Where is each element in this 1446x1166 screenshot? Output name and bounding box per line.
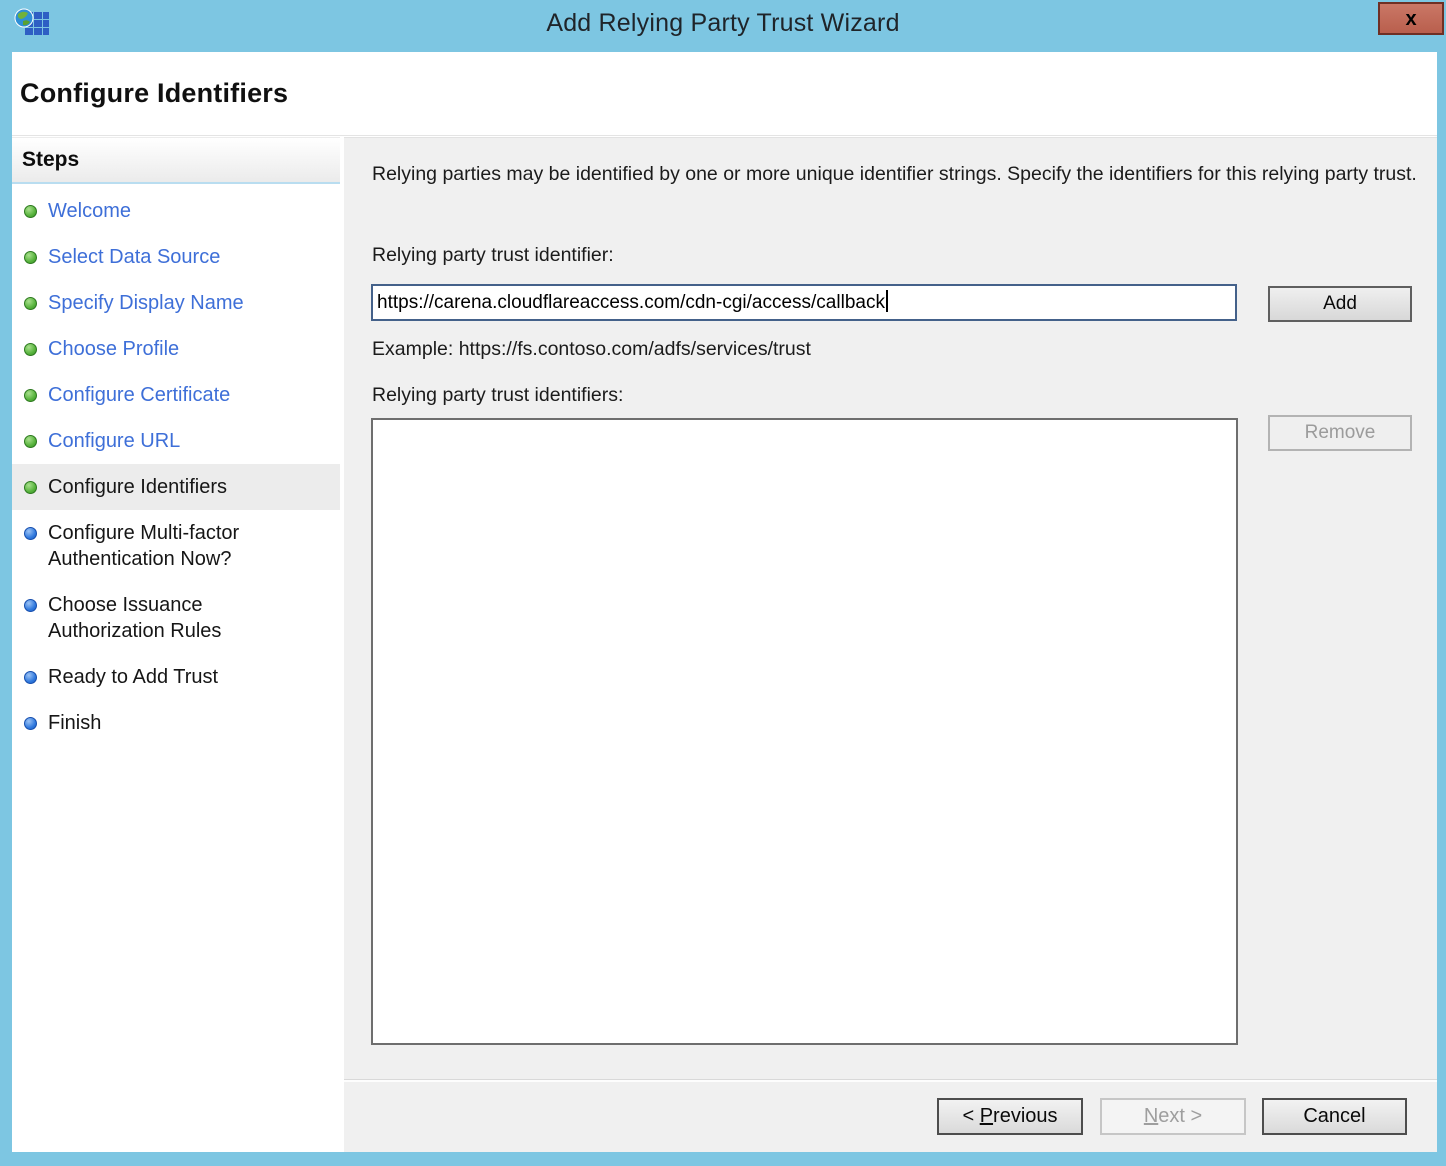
next-button[interactable]: Next > xyxy=(1100,1098,1246,1135)
step-item-finish: Finish xyxy=(12,700,340,746)
identifier-input-value: https://carena.cloudflareaccess.com/cdn-… xyxy=(377,292,885,313)
previous-button[interactable]: < Previous xyxy=(937,1098,1083,1135)
step-item-select-data-source[interactable]: Select Data Source xyxy=(12,234,340,280)
dialog-surface: Configure Identifiers Steps Welcome Sele… xyxy=(12,52,1437,1152)
identifiers-list-label: Relying party trust identifiers: xyxy=(372,384,623,407)
step-item-ready-to-add-trust: Ready to Add Trust xyxy=(12,654,340,700)
close-button[interactable]: x xyxy=(1378,2,1444,35)
wizard-window: Add Relying Party Trust Wizard x Configu… xyxy=(0,0,1446,1166)
page-description: Relying parties may be identified by one… xyxy=(372,160,1420,188)
steps-sidebar: Steps Welcome Select Data Source Specify… xyxy=(12,137,340,1152)
step-completed-icon xyxy=(24,205,37,218)
step-item-choose-profile[interactable]: Choose Profile xyxy=(12,326,340,372)
step-current-icon xyxy=(24,481,37,494)
step-item-configure-multifactor: Configure Multi-factor Authentication No… xyxy=(12,510,340,582)
step-completed-icon xyxy=(24,435,37,448)
steps-panel-title: Steps xyxy=(12,138,340,184)
step-item-configure-identifiers: Configure Identifiers xyxy=(12,464,340,510)
example-text: Example: https://fs.contoso.com/adfs/ser… xyxy=(372,338,811,361)
step-completed-icon xyxy=(24,343,37,356)
cancel-button[interactable]: Cancel xyxy=(1262,1098,1407,1135)
titlebar: Add Relying Party Trust Wizard x xyxy=(0,0,1446,52)
steps-list: Welcome Select Data Source Specify Displ… xyxy=(12,184,340,746)
step-completed-icon xyxy=(24,297,37,310)
step-upcoming-icon xyxy=(24,599,37,612)
step-item-welcome[interactable]: Welcome xyxy=(12,188,340,234)
step-completed-icon xyxy=(24,251,37,264)
step-item-specify-display-name[interactable]: Specify Display Name xyxy=(12,280,340,326)
page-title: Configure Identifiers xyxy=(20,78,288,109)
text-cursor xyxy=(886,290,888,312)
identifier-input[interactable]: https://carena.cloudflareaccess.com/cdn-… xyxy=(371,284,1237,321)
content-panel: Relying parties may be identified by one… xyxy=(344,137,1437,1152)
step-item-configure-url[interactable]: Configure URL xyxy=(12,418,340,464)
step-upcoming-icon xyxy=(24,717,37,730)
remove-button[interactable]: Remove xyxy=(1268,415,1412,451)
identifier-field-label: Relying party trust identifier: xyxy=(372,244,614,267)
page-header: Configure Identifiers xyxy=(12,52,1437,136)
add-button[interactable]: Add xyxy=(1268,286,1412,322)
window-title: Add Relying Party Trust Wizard xyxy=(0,9,1446,38)
step-upcoming-icon xyxy=(24,527,37,540)
step-upcoming-icon xyxy=(24,671,37,684)
step-item-choose-issuance-rules: Choose Issuance Authorization Rules xyxy=(12,582,340,654)
step-completed-icon xyxy=(24,389,37,402)
footer-divider xyxy=(344,1079,1437,1082)
identifiers-listbox[interactable] xyxy=(371,418,1238,1045)
step-item-configure-certificate[interactable]: Configure Certificate xyxy=(12,372,340,418)
